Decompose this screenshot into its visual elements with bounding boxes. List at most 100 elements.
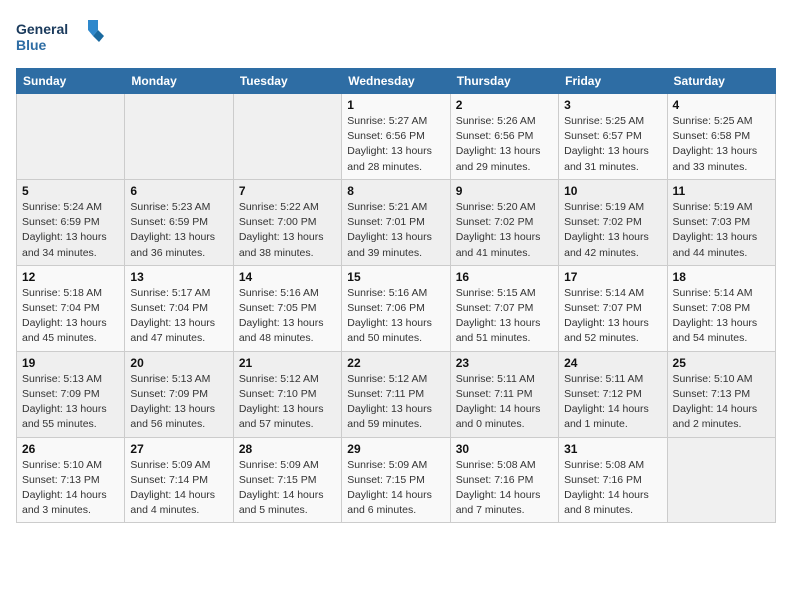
day-info: Sunrise: 5:09 AMSunset: 7:15 PMDaylight:… (347, 458, 444, 519)
weekday-header-sunday: Sunday (17, 69, 125, 94)
calendar-cell: 19Sunrise: 5:13 AMSunset: 7:09 PMDayligh… (17, 351, 125, 437)
day-info: Sunrise: 5:25 AMSunset: 6:58 PMDaylight:… (673, 114, 770, 175)
calendar-cell (667, 437, 775, 523)
calendar-table: SundayMondayTuesdayWednesdayThursdayFrid… (16, 68, 776, 523)
day-number: 30 (456, 442, 553, 456)
day-number: 23 (456, 356, 553, 370)
calendar-cell: 24 Sunrise: 5:11 AMSunset: 7:12 PMDayligh… (559, 351, 667, 437)
day-number: 18 (673, 270, 770, 284)
calendar-cell: 9 Sunrise: 5:20 AMSunset: 7:02 PMDaylight… (450, 179, 558, 265)
day-number: 13 (130, 270, 227, 284)
day-info: Sunrise: 5:14 AMSunset: 7:08 PMDaylight:… (673, 286, 770, 347)
day-info: Sunrise: 5:10 AMSunset: 7:13 PMDaylight:… (673, 372, 770, 433)
calendar-body: 1 Sunrise: 5:27 AMSunset: 6:56 PMDaylight… (17, 94, 776, 523)
day-number: 11 (673, 184, 770, 198)
day-info: Sunrise: 5:11 AMSunset: 7:12 PMDaylight:… (564, 372, 661, 433)
calendar-cell (233, 94, 341, 180)
day-number: 26 (22, 442, 119, 456)
day-number: 12 (22, 270, 119, 284)
day-info: Sunrise: 5:16 AMSunset: 7:06 PMDaylight:… (347, 286, 444, 347)
calendar-cell: 1 Sunrise: 5:27 AMSunset: 6:56 PMDaylight… (342, 94, 450, 180)
day-number: 25 (673, 356, 770, 370)
day-info: Sunrise: 5:09 AMSunset: 7:15 PMDaylight:… (239, 458, 336, 519)
day-info: Sunrise: 5:22 AMSunset: 7:00 PMDaylight:… (239, 200, 336, 261)
day-number: 20 (130, 356, 227, 370)
day-number: 1 (347, 98, 444, 112)
day-number: 7 (239, 184, 336, 198)
calendar-cell: 14Sunrise: 5:16 AMSunset: 7:05 PMDayligh… (233, 265, 341, 351)
calendar-cell: 13 Sunrise: 5:17 AMSunset: 7:04 PMDayligh… (125, 265, 233, 351)
day-number: 5 (22, 184, 119, 198)
calendar-cell: 4 Sunrise: 5:25 AMSunset: 6:58 PMDaylight… (667, 94, 775, 180)
day-number: 4 (673, 98, 770, 112)
calendar-cell: 12 Sunrise: 5:18 AMSunset: 7:04 PMDayligh… (17, 265, 125, 351)
day-info: Sunrise: 5:17 AMSunset: 7:04 PMDaylight:… (130, 286, 227, 347)
day-info: Sunrise: 5:13 AMSunset: 7:09 PMDaylight:… (130, 372, 227, 433)
calendar-cell: 23 Sunrise: 5:11 AMSunset: 7:11 PMDayligh… (450, 351, 558, 437)
day-number: 14 (239, 270, 336, 284)
day-number: 9 (456, 184, 553, 198)
logo-svg: General Blue (16, 16, 106, 60)
weekday-header-saturday: Saturday (667, 69, 775, 94)
day-number: 29 (347, 442, 444, 456)
calendar-week-row: 19Sunrise: 5:13 AMSunset: 7:09 PMDayligh… (17, 351, 776, 437)
day-info: Sunrise: 5:10 AMSunset: 7:13 PMDaylight:… (22, 458, 119, 519)
calendar-cell: 5 Sunrise: 5:24 AMSunset: 6:59 PMDaylight… (17, 179, 125, 265)
day-info: Sunrise: 5:21 AMSunset: 7:01 PMDaylight:… (347, 200, 444, 261)
calendar-week-row: 26 Sunrise: 5:10 AMSunset: 7:13 PMDayligh… (17, 437, 776, 523)
weekday-header-friday: Friday (559, 69, 667, 94)
calendar-cell: 6Sunrise: 5:23 AMSunset: 6:59 PMDaylight… (125, 179, 233, 265)
calendar-cell: 21Sunrise: 5:12 AMSunset: 7:10 PMDayligh… (233, 351, 341, 437)
day-number: 31 (564, 442, 661, 456)
calendar-cell: 22 Sunrise: 5:12 AMSunset: 7:11 PMDayligh… (342, 351, 450, 437)
calendar-cell: 17Sunrise: 5:14 AMSunset: 7:07 PMDayligh… (559, 265, 667, 351)
day-number: 22 (347, 356, 444, 370)
day-info: Sunrise: 5:19 AMSunset: 7:03 PMDaylight:… (673, 200, 770, 261)
logo: General Blue (16, 16, 106, 60)
day-number: 15 (347, 270, 444, 284)
calendar-cell: 29 Sunrise: 5:09 AMSunset: 7:15 PMDayligh… (342, 437, 450, 523)
day-info: Sunrise: 5:11 AMSunset: 7:11 PMDaylight:… (456, 372, 553, 433)
day-number: 8 (347, 184, 444, 198)
calendar-cell: 7 Sunrise: 5:22 AMSunset: 7:00 PMDaylight… (233, 179, 341, 265)
day-number: 16 (456, 270, 553, 284)
day-info: Sunrise: 5:09 AMSunset: 7:14 PMDaylight:… (130, 458, 227, 519)
weekday-header-monday: Monday (125, 69, 233, 94)
svg-text:Blue: Blue (16, 37, 47, 53)
day-number: 3 (564, 98, 661, 112)
calendar-cell: 11 Sunrise: 5:19 AMSunset: 7:03 PMDayligh… (667, 179, 775, 265)
day-number: 28 (239, 442, 336, 456)
day-info: Sunrise: 5:20 AMSunset: 7:02 PMDaylight:… (456, 200, 553, 261)
weekday-header-tuesday: Tuesday (233, 69, 341, 94)
calendar-cell: 16 Sunrise: 5:15 AMSunset: 7:07 PMDayligh… (450, 265, 558, 351)
day-number: 24 (564, 356, 661, 370)
calendar-cell (125, 94, 233, 180)
day-info: Sunrise: 5:24 AMSunset: 6:59 PMDaylight:… (22, 200, 119, 261)
day-number: 10 (564, 184, 661, 198)
calendar-cell: 20 Sunrise: 5:13 AMSunset: 7:09 PMDayligh… (125, 351, 233, 437)
day-number: 2 (456, 98, 553, 112)
calendar-cell: 10 Sunrise: 5:19 AMSunset: 7:02 PMDayligh… (559, 179, 667, 265)
day-info: Sunrise: 5:15 AMSunset: 7:07 PMDaylight:… (456, 286, 553, 347)
calendar-week-row: 1 Sunrise: 5:27 AMSunset: 6:56 PMDaylight… (17, 94, 776, 180)
calendar-cell: 30Sunrise: 5:08 AMSunset: 7:16 PMDayligh… (450, 437, 558, 523)
page-header: General Blue (16, 16, 776, 60)
weekday-header-wednesday: Wednesday (342, 69, 450, 94)
calendar-cell: 27Sunrise: 5:09 AMSunset: 7:14 PMDayligh… (125, 437, 233, 523)
calendar-cell: 18 Sunrise: 5:14 AMSunset: 7:08 PMDayligh… (667, 265, 775, 351)
calendar-cell: 31 Sunrise: 5:08 AMSunset: 7:16 PMDayligh… (559, 437, 667, 523)
day-info: Sunrise: 5:08 AMSunset: 7:16 PMDaylight:… (564, 458, 661, 519)
day-info: Sunrise: 5:26 AMSunset: 6:56 PMDaylight:… (456, 114, 553, 175)
day-info: Sunrise: 5:18 AMSunset: 7:04 PMDaylight:… (22, 286, 119, 347)
day-info: Sunrise: 5:19 AMSunset: 7:02 PMDaylight:… (564, 200, 661, 261)
calendar-cell: 26 Sunrise: 5:10 AMSunset: 7:13 PMDayligh… (17, 437, 125, 523)
calendar-week-row: 12 Sunrise: 5:18 AMSunset: 7:04 PMDayligh… (17, 265, 776, 351)
day-info: Sunrise: 5:12 AMSunset: 7:11 PMDaylight:… (347, 372, 444, 433)
day-info: Sunrise: 5:27 AMSunset: 6:56 PMDaylight:… (347, 114, 444, 175)
calendar-cell: 3 Sunrise: 5:25 AMSunset: 6:57 PMDaylight… (559, 94, 667, 180)
day-number: 17 (564, 270, 661, 284)
day-info: Sunrise: 5:25 AMSunset: 6:57 PMDaylight:… (564, 114, 661, 175)
calendar-cell: 25 Sunrise: 5:10 AMSunset: 7:13 PMDayligh… (667, 351, 775, 437)
weekday-header-thursday: Thursday (450, 69, 558, 94)
calendar-cell: 8 Sunrise: 5:21 AMSunset: 7:01 PMDaylight… (342, 179, 450, 265)
